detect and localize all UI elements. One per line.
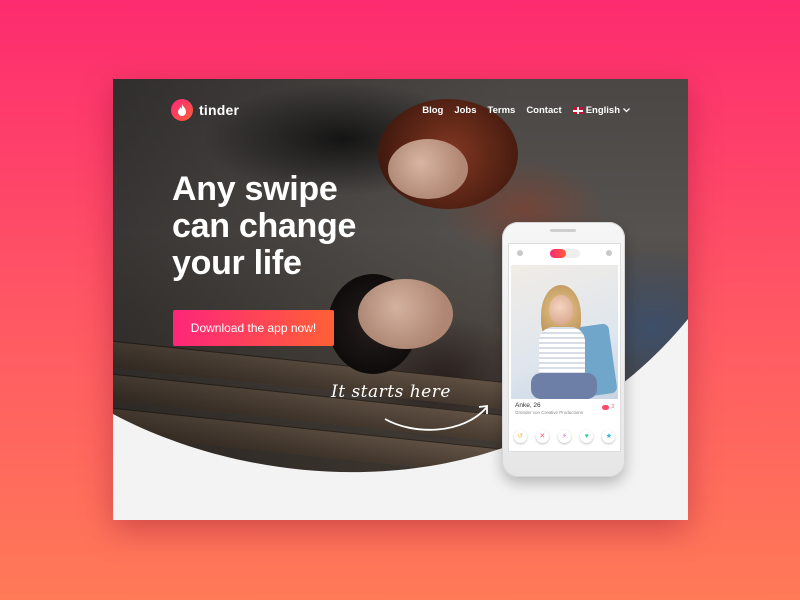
rewind-icon[interactable]: ↺ [513, 430, 527, 443]
shared-friends: 3 [602, 404, 614, 410]
nav-terms-link[interactable]: Terms [488, 105, 516, 116]
profile-face [549, 295, 573, 325]
profile-jeans [531, 373, 597, 399]
language-selector[interactable]: English [572, 105, 630, 116]
profile-card-info: Anke, 26 Gründer von Creative Production… [515, 402, 614, 415]
chat-icon[interactable] [606, 250, 612, 256]
profile-name: Anke, 26 [515, 402, 541, 409]
brand-name: tinder [199, 102, 240, 118]
landing-page-frame: tinder Blog Jobs Terms Contact English A… [113, 79, 688, 520]
tinder-logo[interactable]: tinder [171, 99, 239, 121]
profile-top [539, 327, 585, 377]
boost-icon[interactable]: ⚡ [557, 430, 571, 443]
language-label: English [585, 105, 620, 116]
action-bar: ↺ ✕ ⚡ ♥ ★ [509, 430, 620, 443]
chevron-down-icon [623, 108, 630, 113]
shared-count: 3 [611, 404, 614, 410]
discovery-toggle[interactable] [549, 248, 580, 258]
nav-blog-link[interactable]: Blog [422, 105, 443, 116]
nav-contact-link[interactable]: Contact [526, 105, 561, 116]
flame-icon [171, 99, 193, 121]
arrow-icon [384, 404, 488, 431]
phone-screen: Anke, 26 Gründer von Creative Production… [508, 243, 621, 452]
headline-line: your life [172, 244, 302, 282]
app-topbar [509, 244, 620, 262]
hero-headline: Any swipe can change your life [172, 171, 422, 282]
headline-line: Any swipe [172, 170, 338, 208]
profile-subtitle: Gründer von Creative Productions [515, 410, 584, 415]
headline-line: can change [172, 207, 357, 245]
phone-speaker [550, 229, 576, 232]
profile-card-photo[interactable] [511, 265, 618, 399]
top-nav: Blog Jobs Terms Contact English [422, 105, 630, 116]
nav-jobs-link[interactable]: Jobs [454, 105, 476, 116]
like-icon[interactable]: ♥ [580, 430, 594, 443]
superlike-icon[interactable]: ★ [602, 430, 616, 443]
uk-flag-icon [572, 107, 583, 114]
nope-icon[interactable]: ✕ [535, 430, 549, 443]
phone-mockup: Anke, 26 Gründer von Creative Production… [502, 222, 625, 477]
profile-icon[interactable] [517, 250, 523, 256]
friends-icon [602, 404, 610, 410]
download-app-button[interactable]: Download the app now! [173, 310, 334, 346]
